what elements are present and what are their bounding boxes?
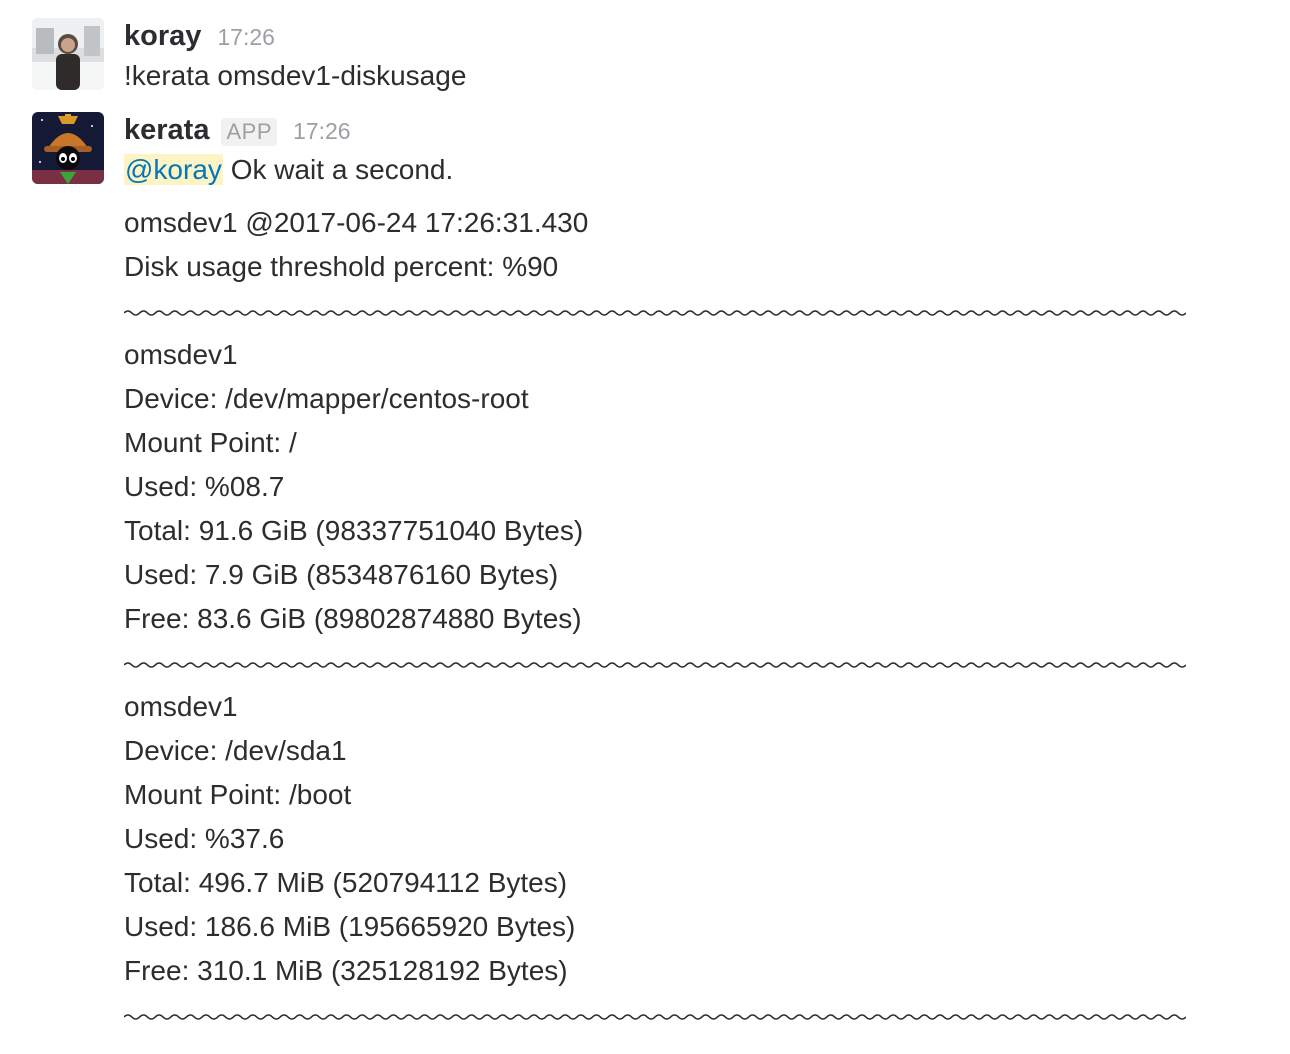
kerata-avatar[interactable] (32, 112, 104, 184)
disk-used: Used: 186.6 MiB (195665920 Bytes) (124, 911, 576, 942)
disk-free: Free: 83.6 GiB (89802874880 Bytes) (124, 603, 582, 634)
message-text: @koray Ok wait a second. (124, 154, 453, 186)
disk-total: Total: 91.6 GiB (98337751040 Bytes) (124, 515, 584, 546)
disk-total: Total: 496.7 MiB (520794112 Bytes) (124, 867, 568, 898)
disk-mount: Mount Point: /boot (124, 779, 352, 810)
tilde-wave (124, 1014, 1186, 1020)
disk-used: Used: 7.9 GiB (8534876160 Bytes) (124, 559, 559, 590)
tilde-separator-icon (124, 310, 1186, 316)
separator-line (124, 306, 1186, 318)
tilde-separator-icon (124, 662, 1186, 668)
disk-device: Device: /dev/sda1 (124, 735, 347, 766)
app-badge: APP (221, 118, 277, 146)
sender-name[interactable]: kerata (124, 114, 209, 147)
disk-host: omsdev1 (124, 691, 238, 722)
disk-used-percent: Used: %37.6 (124, 823, 285, 854)
message-kerata: kerata APP 17:26 @koray Ok wait a second… (0, 0, 1290, 1054)
message-timestamp[interactable]: 17:26 (293, 118, 351, 145)
tilde-wave (124, 662, 1186, 668)
tilde-separator-icon (124, 1014, 1186, 1020)
report-threshold-line: Disk usage threshold percent: %90 (124, 251, 559, 282)
disk-used-percent: Used: %08.7 (124, 471, 285, 502)
disk-mount: Mount Point: / (124, 427, 297, 458)
marvin-martian-avatar (32, 112, 104, 184)
report-header-line: omsdev1 @2017-06-24 17:26:31.430 (124, 207, 589, 238)
message-body: Ok wait a second. (230, 154, 454, 185)
disk-free: Free: 310.1 MiB (325128192 Bytes) (124, 955, 568, 986)
disk-device: Device: /dev/mapper/centos-root (124, 383, 529, 414)
user-mention[interactable]: @koray (124, 154, 223, 185)
separator-line (124, 658, 1186, 670)
tilde-wave (124, 310, 1186, 316)
separator-line (124, 1010, 1186, 1022)
disk-host: omsdev1 (124, 339, 238, 370)
